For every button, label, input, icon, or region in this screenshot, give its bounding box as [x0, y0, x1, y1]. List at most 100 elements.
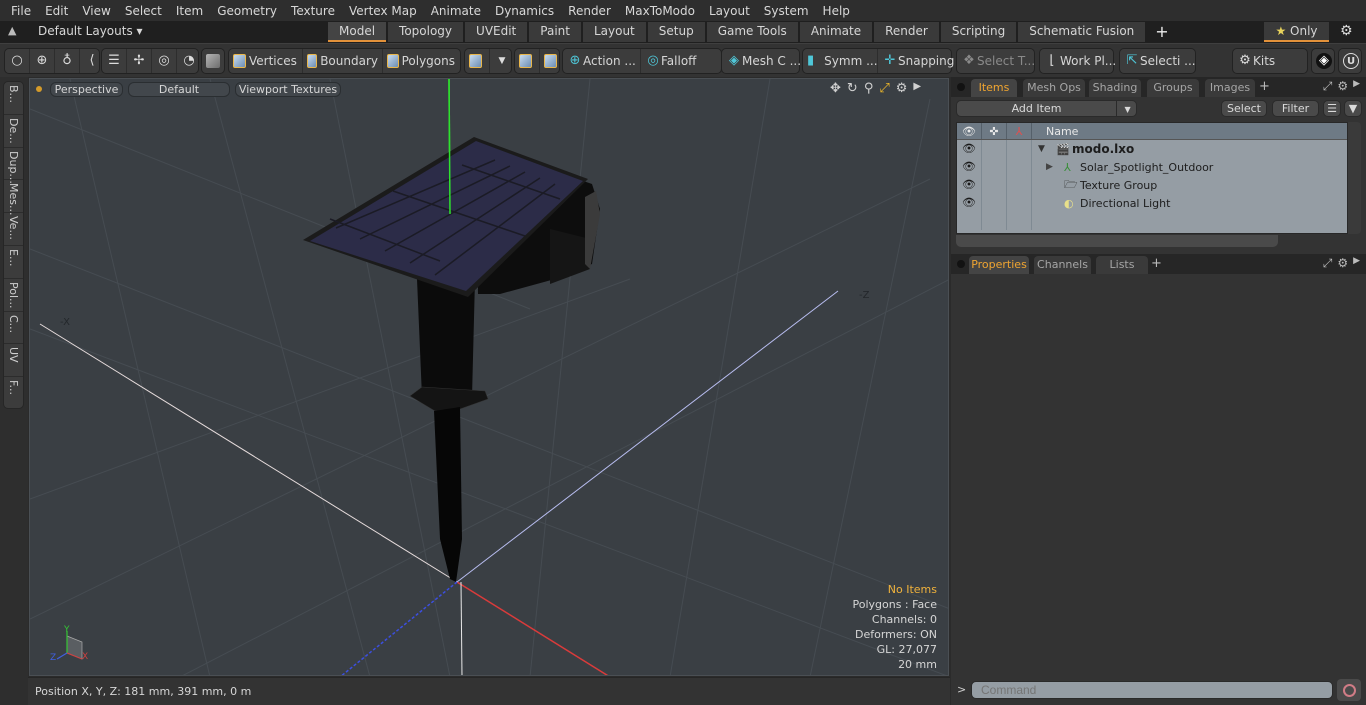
eye-icon[interactable]: 👁 — [957, 158, 982, 176]
select-button[interactable]: Select — [1221, 100, 1267, 117]
filter-button[interactable]: Filter — [1272, 100, 1319, 117]
crosshair-button[interactable]: ✢ — [127, 49, 152, 73]
selection-sets-button[interactable]: ⇱ Selecti ... — [1120, 49, 1200, 73]
viewport-options-dot[interactable] — [36, 86, 42, 92]
viewport-menu-arrow-icon[interactable]: ▶ — [913, 81, 921, 96]
menu-system[interactable]: System — [757, 4, 816, 18]
only-toggle[interactable]: ★ Only — [1264, 22, 1329, 42]
tab-topology[interactable]: Topology — [388, 22, 464, 42]
left-tab-uv[interactable]: UV — [4, 344, 23, 378]
falloff-button[interactable]: ◎ Falloff — [641, 49, 721, 73]
viewport-gear-icon[interactable]: ⚙ — [896, 81, 908, 96]
tab-mesh-ops[interactable]: Mesh Ops — [1023, 79, 1085, 97]
add-panel-tab-button[interactable]: + — [1151, 256, 1162, 271]
3d-viewport[interactable]: -X -Z Y X Z Perspective Default Viewport… — [29, 78, 949, 676]
layout-up-arrow-icon[interactable]: ▲ — [8, 24, 16, 37]
tab-groups[interactable]: Groups — [1147, 79, 1199, 97]
tab-game-tools[interactable]: Game Tools — [706, 22, 798, 42]
menu-view[interactable]: View — [75, 4, 117, 18]
tab-scripting[interactable]: Scripting — [940, 22, 1017, 42]
work-plane-button[interactable]: ⌊ Work Pl... — [1040, 49, 1120, 73]
tab-animate[interactable]: Animate — [799, 22, 873, 42]
add-layout-tab-button[interactable]: + — [1147, 22, 1176, 42]
left-tab-polygon[interactable]: Pol... — [4, 279, 23, 312]
list-options-button[interactable]: ☰ — [1323, 100, 1341, 117]
action-center-button[interactable]: ⊕ Action ... — [563, 49, 641, 73]
zoom-icon[interactable]: ⚲ — [864, 81, 874, 96]
circle-select-button[interactable]: ○ — [5, 49, 30, 73]
kits-button[interactable]: ⚙ Kits — [1233, 49, 1279, 73]
add-item-dropdown[interactable]: Add Item ▼ — [956, 100, 1137, 117]
lock-cell[interactable] — [982, 140, 1007, 158]
tab-channels[interactable]: Channels — [1034, 256, 1091, 274]
expand-arrow-icon[interactable]: ▶ — [1046, 162, 1064, 172]
tree-row-directional-light[interactable]: 👁 ◐ Directional Light — [957, 194, 1347, 212]
visibility-column-icon[interactable]: 👁 — [957, 123, 982, 139]
tab-schematic-fusion[interactable]: Schematic Fusion — [1018, 22, 1146, 42]
rotate-icon[interactable]: ↻ — [847, 81, 858, 96]
eye-icon[interactable]: 👁 — [957, 176, 982, 194]
menu-texture[interactable]: Texture — [284, 4, 342, 18]
name-column-header[interactable]: Name — [1032, 123, 1078, 139]
panel-options-dot[interactable] — [957, 83, 965, 91]
tree-row-texture-group[interactable]: 👁 🗁 Texture Group — [957, 176, 1347, 194]
panel-gear-icon[interactable]: ⚙ — [1337, 256, 1348, 271]
lock-cell[interactable] — [982, 194, 1007, 212]
viewport-textures-button[interactable]: Viewport Textures — [235, 82, 341, 97]
tab-model[interactable]: Model — [328, 22, 387, 42]
pan-icon[interactable]: ✥ — [830, 81, 841, 96]
menu-item[interactable]: Item — [169, 4, 210, 18]
tree-row-modo-lxo[interactable]: 👁 ▼ 🎬 modo.lxo — [957, 140, 1347, 158]
vertices-button[interactable]: Vertices — [229, 49, 303, 73]
tab-render[interactable]: Render — [874, 22, 939, 42]
material-dropdown-button[interactable]: ▼ — [490, 49, 514, 73]
left-tab-vertex[interactable]: Ve... — [4, 213, 23, 246]
eye-icon[interactable]: 👁 — [957, 140, 982, 158]
record-macro-button[interactable] — [1337, 679, 1361, 701]
target-button[interactable]: ◎ — [152, 49, 177, 73]
menu-animate[interactable]: Animate — [424, 4, 488, 18]
menu-maxtomodo[interactable]: MaxToModo — [618, 4, 702, 18]
view-b-button[interactable] — [540, 49, 564, 73]
tree-vertical-scrollbar[interactable] — [1348, 122, 1361, 234]
menu-edit[interactable]: Edit — [38, 4, 75, 18]
maximize-icon[interactable]: ⤢ — [879, 81, 889, 96]
panel-options-dot[interactable] — [957, 260, 965, 268]
tree-row-solar-spotlight[interactable]: 👁 ▶ ⅄ Solar_Spotlight_Outdoor — [957, 158, 1347, 176]
menu-vertex-map[interactable]: Vertex Map — [342, 4, 424, 18]
gear-icon[interactable]: ⚙ — [1340, 23, 1353, 39]
timer-button[interactable]: ◔ — [177, 49, 201, 73]
filter-funnel-button[interactable]: ▼ — [1344, 100, 1362, 117]
polygons-button[interactable]: Polygons — [383, 49, 459, 73]
expand-panel-icon[interactable]: ⤢ — [1323, 79, 1333, 94]
menu-help[interactable]: Help — [816, 4, 857, 18]
material-mode-button[interactable] — [465, 49, 490, 73]
lock-column-icon[interactable]: ✜ — [982, 123, 1007, 139]
layout-selector[interactable]: Default Layouts ▾ — [38, 24, 143, 38]
globe-button[interactable]: ⊕ — [30, 49, 55, 73]
panel-menu-arrow-icon[interactable]: ▶ — [1353, 79, 1360, 94]
eye-icon[interactable]: 👁 — [957, 194, 982, 212]
left-tab-deform[interactable]: De... — [4, 115, 23, 148]
type-column-icon[interactable]: ⅄ — [1007, 123, 1032, 139]
left-tab-fusion[interactable]: F... — [4, 377, 23, 410]
tab-shading[interactable]: Shading — [1089, 79, 1141, 97]
tab-lists[interactable]: Lists — [1096, 256, 1148, 274]
lock-cell[interactable] — [982, 176, 1007, 194]
expand-panel-icon[interactable]: ⤢ — [1323, 256, 1333, 271]
menu-dynamics[interactable]: Dynamics — [488, 4, 561, 18]
item-mode-button[interactable] — [202, 49, 224, 73]
tab-uvedit[interactable]: UVEdit — [465, 22, 528, 42]
pen-button[interactable]: ♁ — [55, 49, 80, 73]
left-tab-duplicate[interactable]: Dup... — [4, 148, 23, 184]
left-tab-curve[interactable]: C... — [4, 312, 23, 345]
shading-mode-button[interactable]: Default — [128, 82, 230, 97]
layout-button[interactable]: ☰ — [102, 49, 127, 73]
command-input[interactable] — [971, 681, 1333, 699]
boundary-button[interactable]: Boundary — [303, 49, 383, 73]
expand-arrow-icon[interactable]: ▼ — [1038, 144, 1056, 154]
panel-menu-arrow-icon[interactable]: ▶ — [1353, 256, 1360, 271]
symmetry-button[interactable]: ▮ Symm ... — [803, 49, 878, 73]
lock-cell[interactable] — [982, 158, 1007, 176]
menu-layout[interactable]: Layout — [702, 4, 757, 18]
